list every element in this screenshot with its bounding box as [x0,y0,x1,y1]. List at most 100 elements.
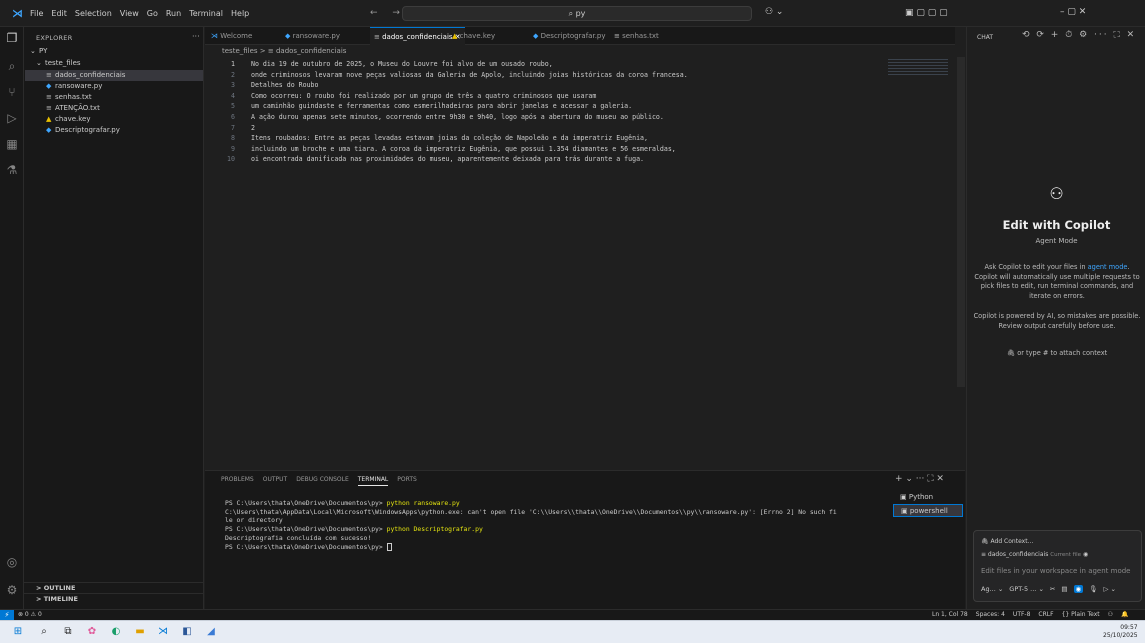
menu-item-selection[interactable]: Selection [75,9,112,18]
layout-controls[interactable]: ▣ ▢ ▢ ▢ [905,8,948,18]
manage-gear-icon[interactable]: ⚙ [0,583,24,597]
tree-file[interactable]: ▲ chave.key [46,114,91,125]
chat-input-placeholder[interactable]: Edit files in your workspace in agent mo… [981,567,1131,575]
terminal-instance[interactable]: ▣ powershell [893,504,963,517]
menu-item-help[interactable]: Help [231,9,249,18]
panel-tab-ports[interactable]: PORTS [397,476,417,486]
model-picker[interactable]: GPT-5 ... ⌄ [1009,585,1044,593]
breadcrumb[interactable]: teste_files > ≡ dados_confidenciais [222,47,346,55]
panel-controls[interactable]: + ⌄ ··· ⛶ ✕ [895,474,944,484]
add-context-button[interactable]: 🖇 Add Context... [981,538,1033,545]
copilot-chat-panel: CHAT ⟲ ⟳ + ⏱ ⚙ ··· ⛶ ✕ ⚇ Edit with Copil… [966,27,1145,609]
edge-icon[interactable]: ◐ [110,626,122,638]
terminal-icon: ▣ [901,507,910,515]
menu-item-view[interactable]: View [120,9,139,18]
command-center-search[interactable]: ⌕ py [402,6,752,21]
tree-file[interactable]: ≡ ATENÇÃO.txt [46,103,100,114]
source-control-icon[interactable]: ⑂ [0,85,24,99]
mode-toggle-icon[interactable]: ◉ [1073,585,1084,593]
menu-item-go[interactable]: Go [147,9,158,18]
notifications-icon[interactable]: 🔔 [1121,611,1128,618]
problems-status[interactable]: ⊗ 0 ⚠ 0 [18,611,42,618]
timeline-section[interactable]: > TIMELINE [24,593,204,604]
app-icon[interactable]: ◧ [181,626,193,638]
indentation[interactable]: Spaces: 4 [976,611,1005,618]
editor-tab[interactable]: ⋊ Welcome [207,27,256,45]
code-line[interactable]: 3 Detalhes do Roubo [205,80,318,90]
testing-icon[interactable]: ⚗ [0,163,24,177]
editor-tab[interactable]: ▲ chave.key [448,27,499,45]
tools-icon[interactable]: ✂ [1050,585,1055,593]
code-line[interactable]: 5 um caminhão guindaste e ferramentas com… [205,101,632,111]
system-clock[interactable]: 09:57 25/10/2025 [1103,624,1138,640]
panel-tab-problems[interactable]: PROBLEMS [221,476,254,486]
tree-file[interactable]: ◆ Descriptografar.py [46,125,120,136]
copilot-app-icon[interactable]: ✿ [86,626,98,638]
code-line[interactable]: 10 oi encontrada danificada nas proximida… [205,154,644,164]
minimap[interactable] [888,59,948,75]
agent-mode-link[interactable]: agent mode [1088,263,1128,271]
panel-tab-debug-console[interactable]: DEBUG CONSOLE [296,476,349,486]
menu-item-run[interactable]: Run [166,9,181,18]
window-controls[interactable]: – ▢ ✕ [1060,7,1086,17]
file-explorer-icon[interactable]: ▬ [134,626,146,638]
tree-file[interactable]: ≡ dados_confidenciais [25,70,203,81]
chat-input-box[interactable]: 🖇 Add Context... ≡ dados_confidenciais C… [973,530,1142,602]
tree-file[interactable]: ◆ ransoware.py [46,81,102,92]
vscode-taskbar-icon[interactable]: ⋊ [157,626,169,638]
code-line[interactable]: 6 A ação durou apenas sete minutos, ocorr… [205,112,664,122]
line-ending[interactable]: CRLF [1038,611,1053,618]
menu-item-terminal[interactable]: Terminal [189,9,223,18]
language-mode[interactable]: {} Plain Text [1062,611,1100,618]
search-icon[interactable]: ⌕ [38,626,50,638]
tree-folder[interactable]: ⌄ teste_files [36,58,81,69]
tree-root[interactable]: ⌄ PY [30,46,47,57]
editor-scrollbar[interactable] [957,57,965,387]
mic-icon[interactable]: 🎙 [1089,585,1097,593]
terminal-instance[interactable]: ▣ Python [893,491,963,504]
context-file-chip[interactable]: ≡ dados_confidenciais Current file ◉ [981,551,1088,558]
line-number: 2 [231,70,235,79]
code-line[interactable]: 72 [205,123,255,133]
menu-item-file[interactable]: File [30,9,43,18]
send-button[interactable]: ▷ ⌄ [1103,585,1116,593]
line-number: 5 [231,102,235,111]
tab-label: Descriptografar.py [540,32,606,40]
eye-icon[interactable]: ◉ [1083,551,1088,558]
app-icon[interactable]: ◢ [205,626,217,638]
cursor-position[interactable]: Ln 1, Col 78 [932,611,968,618]
editor-tab[interactable]: ◆ ransoware.py [281,27,344,45]
search-icon[interactable]: ⌕ [0,59,24,74]
tree-file[interactable]: ≡ senhas.txt [46,92,92,103]
menu-item-edit[interactable]: Edit [51,9,67,18]
panel-tab-terminal[interactable]: TERMINAL [357,476,389,486]
text-editor[interactable]: 1 No dia 19 de outubro de 2025, o Museu d… [205,57,955,462]
panel-tab-output[interactable]: OUTPUT [263,476,287,486]
menu-bar: File Edit Selection View Go Run Terminal Help [30,9,249,18]
outline-section[interactable]: > OUTLINE [24,582,204,593]
code-line[interactable]: 8 Itens roubados: Entre as peças levadas … [205,133,648,143]
nav-arrows[interactable]: ← → [370,8,406,18]
chat-controls[interactable]: ⟲ ⟳ + ⏱ ⚙ ··· ⛶ ✕ [1022,30,1136,40]
explorer-icon[interactable]: ❐ [0,31,24,45]
account-icon[interactable]: ◎ [0,555,24,569]
code-line[interactable]: 1 No dia 19 de outubro de 2025, o Museu d… [205,59,553,69]
file-type-icon: ◆ [533,32,541,40]
code-line[interactable]: 2 onde criminosos levaram nove peças vali… [205,70,688,80]
editor-tab[interactable]: ≡ senhas.txt [610,27,663,45]
copilot-icon[interactable]: ⚇ ⌄ [765,7,783,17]
editor-tab[interactable]: ◆ Descriptografar.py [529,27,610,45]
agent-picker[interactable]: Ag... ⌄ [981,585,1003,593]
terminal-output[interactable]: PS C:\Users\thata\OneDrive\Documentos\py… [225,499,890,551]
tab-label: ransoware.py [292,32,340,40]
run-debug-icon[interactable]: ▷ [0,111,24,125]
task-view-icon[interactable]: ⧉ [62,626,74,638]
code-line[interactable]: 9 incluindo um broche e uma tiara. A coro… [205,144,676,154]
extensions-icon[interactable]: ▦ [0,137,24,151]
start-icon[interactable]: ⊞ [12,626,24,638]
encoding[interactable]: UTF-8 [1013,611,1031,618]
explorer-more-icon[interactable]: ··· [192,32,200,41]
attach-icon[interactable]: ▤ [1061,585,1067,593]
copilot-status-icon[interactable]: ⚇ [1108,611,1113,618]
code-line[interactable]: 4 Como ocorreu: O roubo foi realizado por… [205,91,596,101]
